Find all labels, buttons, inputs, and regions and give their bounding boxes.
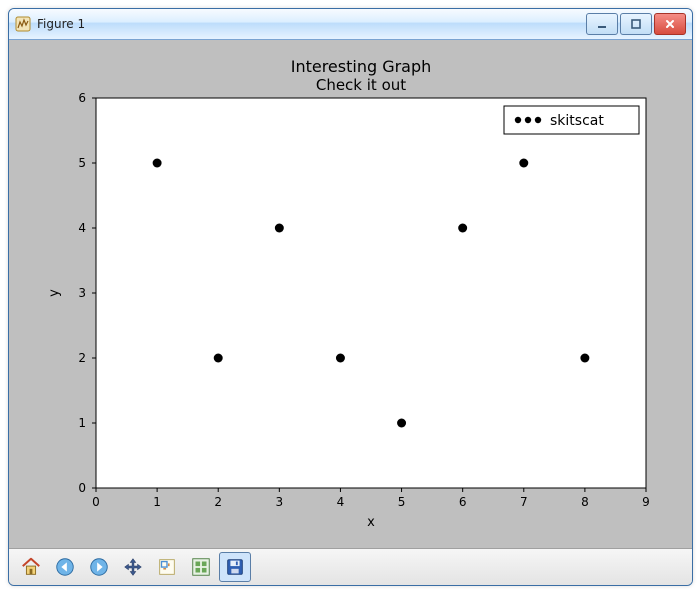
svg-text:6: 6 xyxy=(78,91,86,105)
save-icon xyxy=(224,556,246,578)
svg-text:9: 9 xyxy=(642,495,650,509)
zoom-icon xyxy=(156,556,178,578)
figure-area: Interesting Graph Check it out 0 1 xyxy=(9,40,692,585)
legend-entry: skitscat xyxy=(550,113,604,129)
titlebar[interactable]: Figure 1 xyxy=(9,9,692,40)
close-button[interactable] xyxy=(654,13,686,35)
x-axis-label: x xyxy=(367,515,375,530)
figure-window: Figure 1 xyxy=(8,8,693,586)
configure-subplots-button[interactable] xyxy=(185,552,217,582)
forward-button[interactable] xyxy=(83,552,115,582)
zoom-button[interactable] xyxy=(151,552,183,582)
plot-canvas[interactable]: Interesting Graph Check it out 0 1 xyxy=(26,48,676,540)
pan-button[interactable] xyxy=(117,552,149,582)
svg-text:1: 1 xyxy=(153,495,161,509)
window-title: Figure 1 xyxy=(37,17,580,31)
svg-text:4: 4 xyxy=(336,495,344,509)
svg-text:3: 3 xyxy=(275,495,283,509)
scatter-plot: Interesting Graph Check it out 0 1 xyxy=(26,48,676,540)
chart-subtitle: Check it out xyxy=(315,76,405,94)
svg-text:3: 3 xyxy=(78,286,86,300)
legend: skitscat xyxy=(504,106,639,134)
svg-text:6: 6 xyxy=(458,495,466,509)
home-icon xyxy=(20,556,42,578)
chart-title: Interesting Graph xyxy=(290,57,431,76)
forward-icon xyxy=(88,556,110,578)
y-axis-label: y xyxy=(47,289,62,297)
configure-icon xyxy=(190,556,212,578)
nav-toolbar xyxy=(9,548,692,585)
svg-text:5: 5 xyxy=(397,495,405,509)
app-icon xyxy=(15,16,31,32)
svg-text:8: 8 xyxy=(581,495,589,509)
svg-text:0: 0 xyxy=(78,481,86,495)
minimize-button[interactable] xyxy=(586,13,618,35)
window-controls xyxy=(586,13,686,35)
save-button[interactable] xyxy=(219,552,251,582)
svg-text:2: 2 xyxy=(214,495,222,509)
back-button[interactable] xyxy=(49,552,81,582)
pan-icon xyxy=(122,556,144,578)
svg-text:0: 0 xyxy=(92,495,100,509)
svg-text:1: 1 xyxy=(78,416,86,430)
back-icon xyxy=(54,556,76,578)
svg-text:2: 2 xyxy=(78,351,86,365)
svg-text:4: 4 xyxy=(78,221,86,235)
maximize-button[interactable] xyxy=(620,13,652,35)
svg-text:7: 7 xyxy=(519,495,527,509)
svg-text:5: 5 xyxy=(78,156,86,170)
home-button[interactable] xyxy=(15,552,47,582)
